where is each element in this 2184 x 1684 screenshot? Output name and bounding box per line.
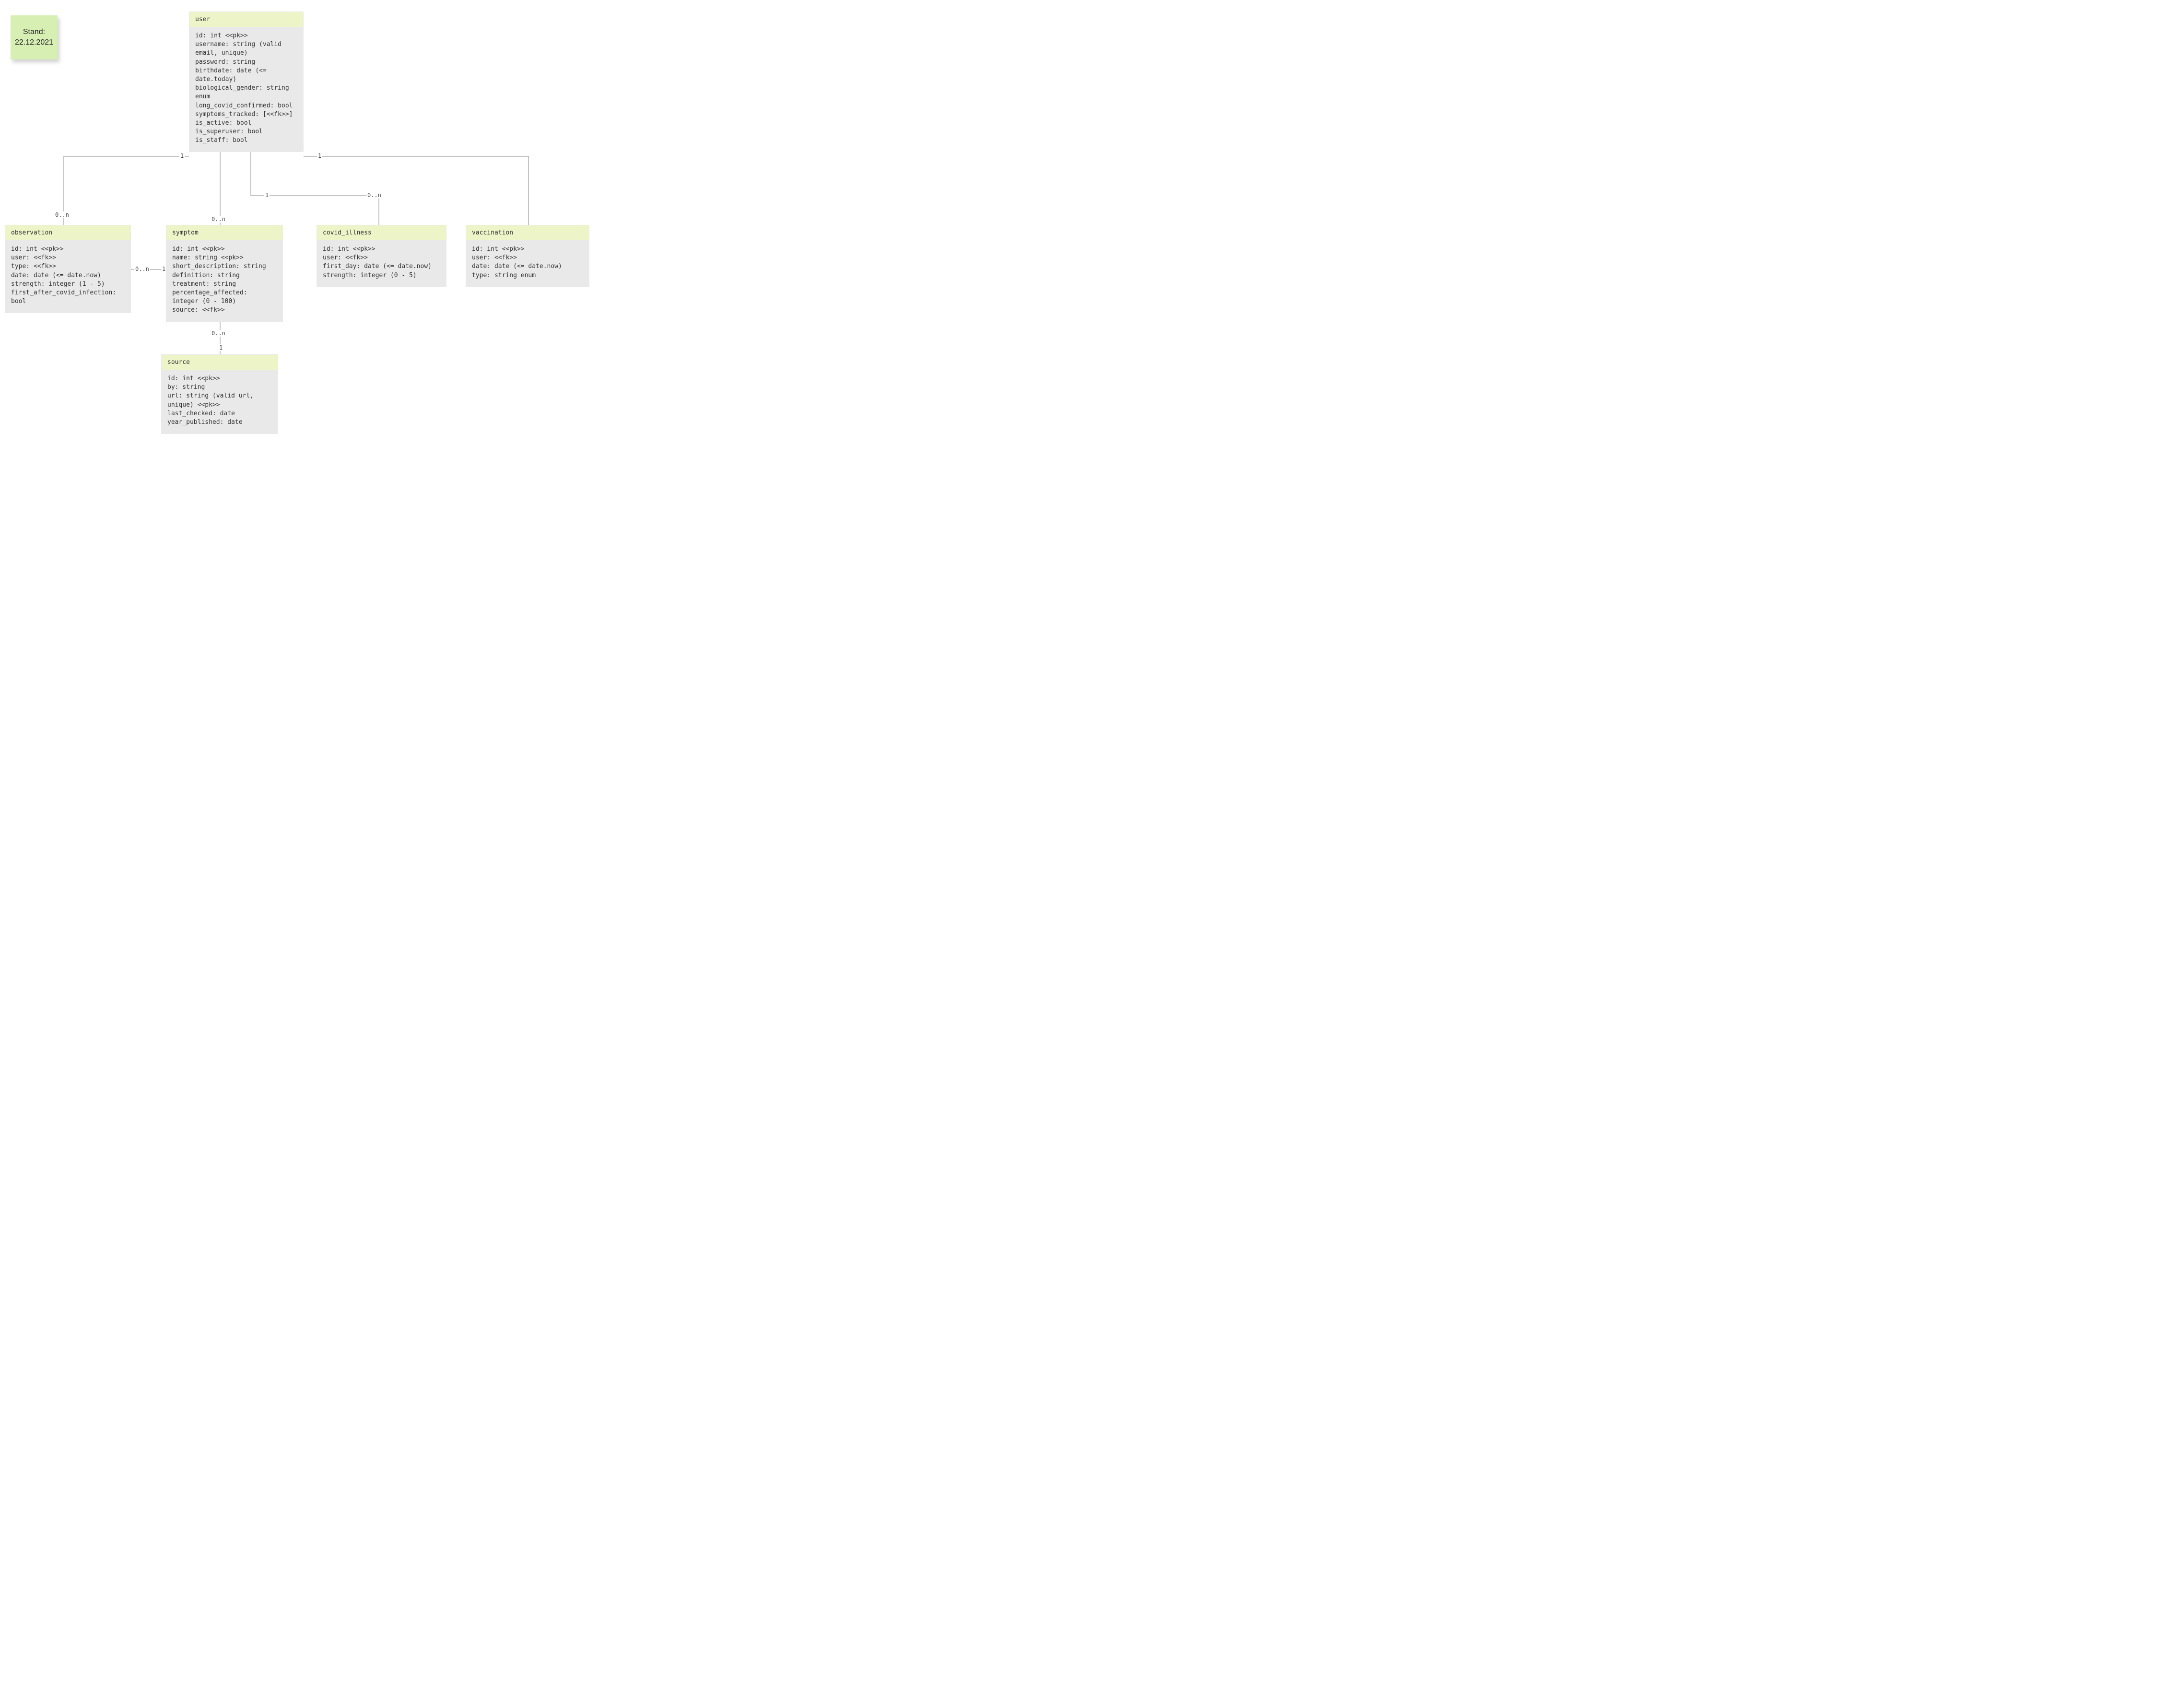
card-cov-1: 1: [264, 192, 270, 199]
card-user-left-1: 1: [179, 152, 185, 159]
entity-observation: observation id: int <<pk>> user: <<fk>> …: [5, 225, 131, 313]
sticky-line1: Stand:: [23, 27, 45, 37]
entity-source-body: id: int <<pk>> by: string url: string (v…: [162, 370, 278, 433]
entity-observation-title: observation: [5, 225, 130, 240]
sticky-line2: 22.12.2021: [15, 37, 53, 48]
entity-symptom: symptom id: int <<pk>> name: string <<pk…: [166, 225, 283, 322]
entity-symptom-body: id: int <<pk>> name: string <<pk>> short…: [166, 240, 282, 322]
card-sym-0n: 0..n: [211, 216, 226, 222]
sticky-note-stand: Stand: 22.12.2021: [11, 15, 58, 59]
card-sym-src-0n: 0..n: [211, 330, 226, 337]
entity-vaccination-body: id: int <<pk>> user: <<fk>> date: date (…: [466, 240, 589, 287]
card-user-right-1: 1: [317, 152, 322, 159]
entity-vaccination-title: vaccination: [466, 225, 589, 240]
entity-source: source id: int <<pk>> by: string url: st…: [161, 354, 278, 434]
card-obs-0n: 0..n: [54, 211, 70, 218]
entity-covid-illness: covid_illness id: int <<pk>> user: <<fk>…: [317, 225, 446, 287]
entity-vaccination: vaccination id: int <<pk>> user: <<fk>> …: [466, 225, 589, 287]
card-cov-0n: 0..n: [366, 192, 382, 199]
entity-user: user id: int <<pk>> username: string (va…: [189, 12, 304, 152]
entity-covid-illness-body: id: int <<pk>> user: <<fk>> first_day: d…: [317, 240, 446, 287]
entity-user-title: user: [189, 12, 303, 27]
entity-observation-body: id: int <<pk>> user: <<fk>> type: <<fk>>…: [5, 240, 130, 313]
entity-covid-illness-title: covid_illness: [317, 225, 446, 240]
entity-symptom-title: symptom: [166, 225, 282, 240]
entity-user-body: id: int <<pk>> username: string (valid e…: [189, 27, 303, 152]
card-obs-sym-0n: 0..n: [134, 266, 150, 272]
card-sym-src-1: 1: [218, 344, 223, 351]
entity-source-title: source: [162, 355, 278, 370]
